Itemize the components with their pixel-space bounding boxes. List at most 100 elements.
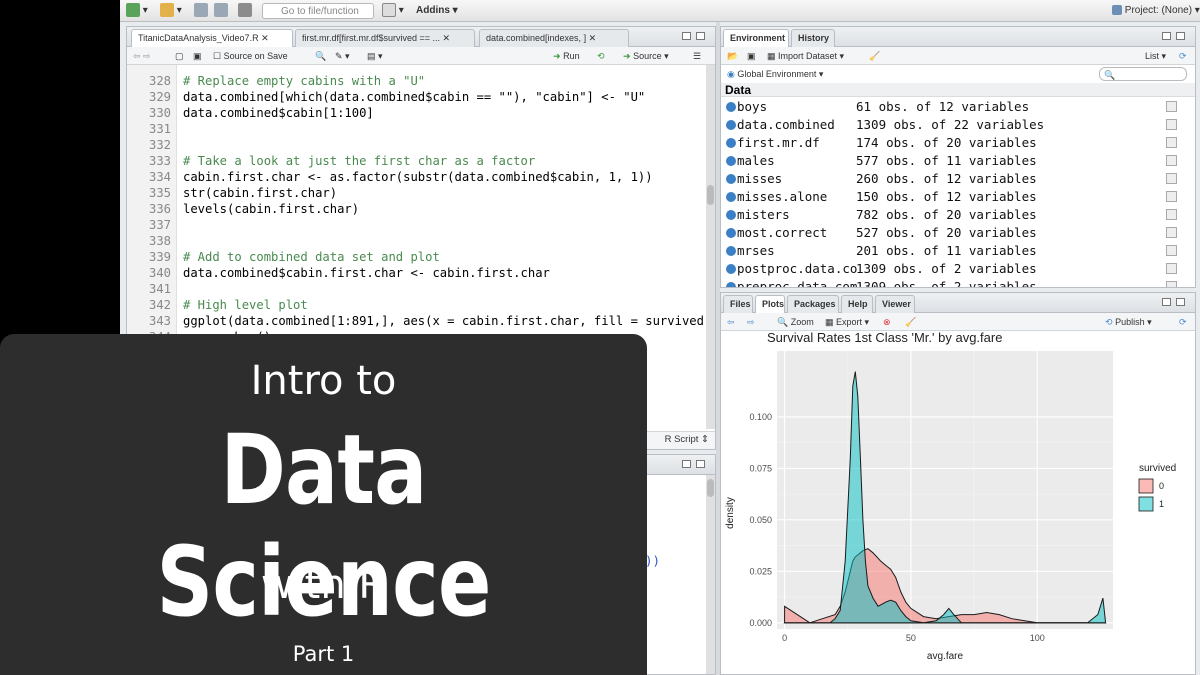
- environment-row[interactable]: preproc.data.com...1309 obs. of 2 variab…: [721, 278, 1195, 287]
- tab-history[interactable]: History: [791, 29, 835, 47]
- line-number: 333: [148, 154, 171, 168]
- view-table-icon[interactable]: [1166, 245, 1177, 256]
- expand-arrow-icon[interactable]: [726, 228, 736, 238]
- minimize-pane-icon[interactable]: [682, 32, 691, 40]
- env-search-input[interactable]: 🔍: [1099, 67, 1187, 81]
- publish-button[interactable]: ⟲ Publish ▾: [1105, 315, 1152, 329]
- view-table-icon[interactable]: [1166, 209, 1177, 220]
- console-scroll-thumb[interactable]: [707, 479, 714, 497]
- view-table-icon[interactable]: [1166, 173, 1177, 184]
- script-type-selector[interactable]: R Script ⇕: [665, 434, 709, 445]
- scope-dropdown[interactable]: ◉ Global Environment ▾: [727, 67, 823, 81]
- save-all-icon[interactable]: [214, 3, 228, 19]
- object-summary: 150 obs. of 12 variables: [856, 189, 1037, 204]
- expand-arrow-icon[interactable]: [726, 156, 736, 166]
- expand-arrow-icon[interactable]: [726, 138, 736, 148]
- open-folder-icon[interactable]: ▾: [160, 3, 182, 19]
- rerun-icon[interactable]: ⟲: [597, 49, 605, 63]
- code-tools-icon[interactable]: ✎ ▾: [335, 49, 350, 63]
- maximize-env-icon[interactable]: [1176, 32, 1185, 40]
- tab-environment[interactable]: Environment: [723, 29, 789, 48]
- tab-viewer[interactable]: Viewer: [875, 295, 915, 313]
- expand-arrow-icon[interactable]: [726, 174, 736, 184]
- outline-icon[interactable]: ☰: [693, 49, 701, 63]
- tab-data-combined[interactable]: data.combined[indexes, ] ✕: [479, 29, 629, 47]
- view-table-icon[interactable]: [1166, 101, 1177, 112]
- object-summary: 1309 obs. of 2 variables: [856, 279, 1037, 287]
- expand-arrow-icon[interactable]: [726, 246, 736, 256]
- back-arrow-icon[interactable]: ⇦ ⇨: [133, 49, 151, 63]
- previous-plot-icon[interactable]: ⇦: [727, 315, 735, 329]
- export-button[interactable]: ▦ Export ▾: [825, 315, 869, 329]
- expand-arrow-icon[interactable]: [726, 210, 736, 220]
- clear-broom-icon[interactable]: 🧹: [869, 49, 880, 63]
- save-file-icon[interactable]: ▣: [193, 49, 202, 63]
- environment-row[interactable]: most.correct 527 obs. of 20 variables: [721, 224, 1195, 242]
- minimize-plots-icon[interactable]: [1162, 298, 1171, 306]
- view-table-icon[interactable]: [1166, 227, 1177, 238]
- source-on-save-checkbox[interactable]: ☐ Source on Save: [213, 49, 288, 63]
- expand-arrow-icon[interactable]: [726, 264, 736, 274]
- compile-report-icon[interactable]: ▤ ▾: [367, 49, 383, 63]
- view-table-icon[interactable]: [1166, 191, 1177, 202]
- console-scrollbar[interactable]: [706, 475, 715, 674]
- line-number: 339: [148, 250, 171, 264]
- expand-arrow-icon[interactable]: [726, 192, 736, 202]
- object-name: misses.alone: [737, 189, 828, 204]
- tab-first-mr-df[interactable]: first.mr.df[first.mr.df$survived == ... …: [295, 29, 475, 47]
- source-button[interactable]: ➜ Source ▾: [623, 49, 669, 63]
- import-dataset-button[interactable]: ▦ Import Dataset ▾: [767, 49, 844, 63]
- environment-row[interactable]: males 577 obs. of 11 variables: [721, 152, 1195, 170]
- addins-menu[interactable]: Addins ▾: [416, 3, 458, 19]
- load-workspace-icon[interactable]: 📂: [727, 49, 738, 63]
- maximize-console-icon[interactable]: [696, 460, 705, 468]
- search-icon[interactable]: 🔍: [315, 49, 326, 63]
- editor-scroll-thumb[interactable]: [707, 185, 714, 205]
- view-table-icon[interactable]: [1166, 119, 1177, 130]
- workspace-panes-icon[interactable]: ▾: [382, 3, 404, 19]
- environment-row[interactable]: boys 61 obs. of 12 variables: [721, 98, 1195, 116]
- minimize-console-icon[interactable]: [682, 460, 691, 468]
- remove-plot-icon[interactable]: ⊗: [883, 315, 891, 329]
- refresh-plot-icon[interactable]: ⟳: [1179, 315, 1187, 329]
- view-table-icon[interactable]: [1166, 281, 1177, 287]
- next-plot-icon[interactable]: ⇨: [747, 315, 755, 329]
- editor-scrollbar[interactable]: [706, 65, 715, 429]
- view-table-icon[interactable]: [1166, 137, 1177, 148]
- expand-arrow-icon[interactable]: [726, 120, 736, 130]
- vertical-splitter[interactable]: [716, 22, 720, 675]
- environment-row[interactable]: misters 782 obs. of 20 variables: [721, 206, 1195, 224]
- maximize-pane-icon[interactable]: [696, 32, 705, 40]
- environment-row[interactable]: postproc.data.co...1309 obs. of 2 variab…: [721, 260, 1195, 278]
- environment-row[interactable]: first.mr.df 174 obs. of 20 variables: [721, 134, 1195, 152]
- view-mode-dropdown[interactable]: List ▾: [1145, 49, 1166, 63]
- new-file-icon[interactable]: ▾: [126, 3, 148, 19]
- title-card: Intro to Data Science with R Part 1: [0, 334, 647, 675]
- tab-help[interactable]: Help: [841, 295, 873, 313]
- environment-row[interactable]: mrses 201 obs. of 11 variables: [721, 242, 1195, 260]
- run-button[interactable]: ➜ Run: [553, 49, 580, 63]
- show-in-window-icon[interactable]: ▢: [175, 49, 184, 63]
- tab-titanic-script[interactable]: TitanicDataAnalysis_Video7.R ✕: [131, 29, 293, 48]
- save-workspace-icon[interactable]: ▣: [747, 49, 756, 63]
- expand-arrow-icon[interactable]: [726, 102, 736, 112]
- tab-packages[interactable]: Packages: [787, 295, 839, 313]
- view-table-icon[interactable]: [1166, 155, 1177, 166]
- environment-row[interactable]: misses 260 obs. of 12 variables: [721, 170, 1195, 188]
- tab-plots[interactable]: Plots: [755, 295, 785, 314]
- project-menu[interactable]: Project: (None) ▾: [1112, 3, 1200, 19]
- goto-file-input[interactable]: Go to file/function: [262, 3, 374, 19]
- tab-files[interactable]: Files: [723, 295, 753, 313]
- console-text-fragment: )): [645, 553, 661, 568]
- clear-plots-icon[interactable]: 🧹: [905, 315, 916, 329]
- view-table-icon[interactable]: [1166, 263, 1177, 274]
- maximize-plots-icon[interactable]: [1176, 298, 1185, 306]
- environment-row[interactable]: misses.alone 150 obs. of 12 variables: [721, 188, 1195, 206]
- refresh-env-icon[interactable]: ⟳: [1179, 49, 1187, 63]
- minimize-env-icon[interactable]: [1162, 32, 1171, 40]
- save-icon[interactable]: [194, 3, 208, 19]
- environment-row[interactable]: data.combined 1309 obs. of 22 variables: [721, 116, 1195, 134]
- expand-arrow-icon[interactable]: [726, 282, 736, 287]
- zoom-button[interactable]: 🔍 Zoom: [777, 315, 814, 329]
- print-icon[interactable]: [238, 3, 252, 19]
